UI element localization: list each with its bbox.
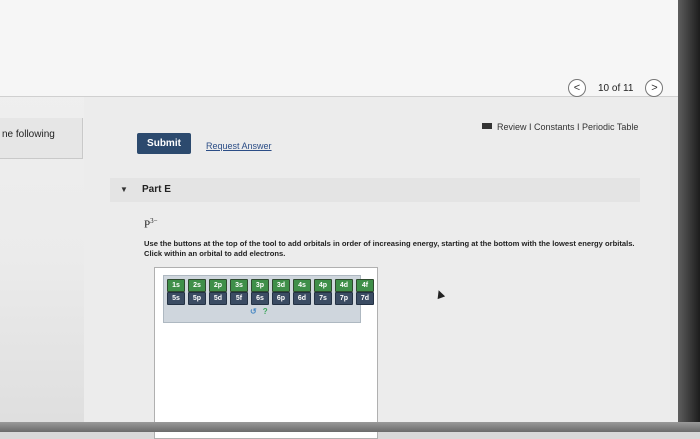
request-answer-link[interactable]: Request Answer	[206, 141, 272, 151]
instruction-text: Use the buttons at the top of the tool t…	[144, 239, 635, 258]
monitor-bezel-bottom	[0, 422, 700, 432]
orbital-button[interactable]: 5s	[167, 292, 185, 305]
undo-icon[interactable]: ↺	[250, 307, 257, 316]
orbital-button[interactable]: 6p	[272, 292, 290, 305]
pager: < 10 of 11 >	[568, 79, 664, 97]
monitor-bezel	[678, 0, 700, 432]
orbital-button[interactable]: 6s	[251, 292, 269, 305]
orbital-button[interactable]: 5p	[188, 292, 206, 305]
next-button[interactable]: >	[645, 79, 664, 97]
top-bar: < 10 of 11 >	[0, 0, 678, 97]
orbital-button[interactable]: 5d	[209, 292, 227, 305]
ion-charge: 3−	[150, 217, 158, 225]
collapse-caret-icon[interactable]: ▼	[120, 185, 128, 194]
main-content: Review I Constants I Periodic Table Subm…	[84, 97, 678, 439]
part-title: Part E	[142, 184, 171, 195]
orbital-button[interactable]: 3d	[272, 279, 290, 292]
orbital-button[interactable]: 2p	[209, 279, 227, 292]
orbital-row-2: 5s 5p 5d 5f 6s 6p 6d 7s 7p 7d	[167, 292, 374, 305]
orbital-button[interactable]: 7s	[314, 292, 332, 305]
orbital-button[interactable]: 7p	[335, 292, 353, 305]
orbital-button[interactable]: 5f	[230, 292, 248, 305]
left-panel-text: ne following	[2, 129, 55, 140]
orbital-button[interactable]: 4f	[356, 279, 374, 292]
orbital-button[interactable]: 3p	[251, 279, 269, 292]
help-icon[interactable]: ?	[263, 307, 268, 316]
left-panel: ne following	[0, 118, 83, 159]
pager-text: 10 of 11	[598, 82, 634, 94]
orbital-row-1: 1s 2s 2p 3s 3p 3d 4s 4p 4d 4f	[167, 279, 374, 292]
orbital-button[interactable]: 4s	[293, 279, 311, 292]
book-icon	[482, 123, 492, 129]
orbital-button[interactable]: 4p	[314, 279, 332, 292]
part-header[interactable]: ▼ Part E	[110, 178, 640, 202]
previous-button[interactable]: <	[568, 79, 586, 97]
references-links[interactable]: Review I Constants I Periodic Table	[482, 122, 638, 132]
orbital-palette: 1s 2s 2p 3s 3p 3d 4s 4p 4d 4f 5s 5p 5d 5f 6s 6p 6d 7s 7p 7…	[163, 275, 374, 323]
orbital-button[interactable]: 6d	[293, 292, 311, 305]
references-text: Review I Constants I Periodic Table	[497, 122, 639, 132]
ion-formula: P3−	[144, 217, 158, 231]
orbital-button[interactable]: 1s	[167, 279, 185, 292]
orbital-button[interactable]: 3s	[230, 279, 248, 292]
screen: < 10 of 11 > ne following Review I Const…	[0, 0, 700, 439]
orbital-button[interactable]: 7d	[356, 292, 374, 305]
submit-button[interactable]: Submit	[137, 133, 191, 154]
orbital-button[interactable]: 2s	[188, 279, 206, 292]
orbital-diagram-tool[interactable]: 1s 2s 2p 3s 3p 3d 4s 4p 4d 4f 5s 5p 5d 5f 6s 6p 6d 7s 7p 7…	[154, 267, 378, 439]
tool-controls: ↺ ?	[250, 307, 268, 316]
orbital-button[interactable]: 4d	[335, 279, 353, 292]
